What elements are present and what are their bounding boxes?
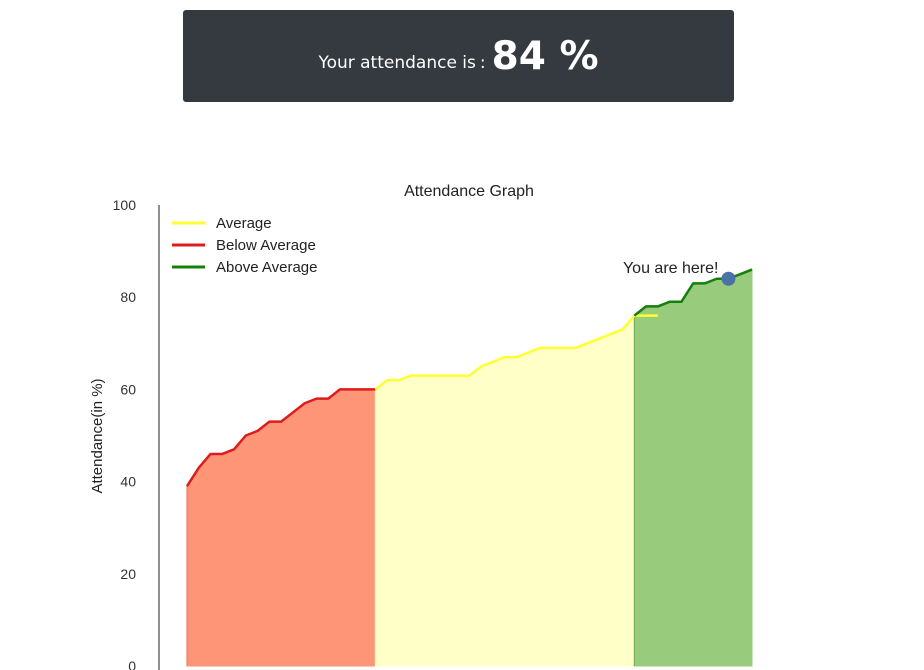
y-tick-label: 80 (120, 289, 136, 305)
area-above-average (633, 268, 753, 667)
legend-label-below-average: Below Average (216, 237, 316, 254)
area-average (374, 315, 659, 667)
area-below-average (186, 388, 376, 667)
y-tick-label: 40 (120, 474, 136, 490)
y-tick-label: 20 (120, 566, 136, 582)
legend-label-average: Average (216, 215, 272, 232)
attendance-chart: Attendance Graph Attendance(in %) 0 20 40 6… (89, 183, 753, 670)
legend-label-above-average: Above Average (216, 259, 317, 276)
marker-label: You are here! (623, 260, 718, 277)
series-areas (186, 268, 753, 667)
marker-dot (721, 271, 736, 286)
y-tick-label: 100 (113, 197, 137, 213)
legend: Average Below Average Above Average (172, 215, 317, 276)
y-axis: 0 20 40 60 80 100 (113, 197, 160, 670)
y-tick-label: 0 (128, 658, 136, 670)
y-axis-label: Attendance(in %) (89, 378, 106, 493)
chart-title: Attendance Graph (404, 183, 534, 200)
y-tick-label: 60 (120, 381, 136, 397)
